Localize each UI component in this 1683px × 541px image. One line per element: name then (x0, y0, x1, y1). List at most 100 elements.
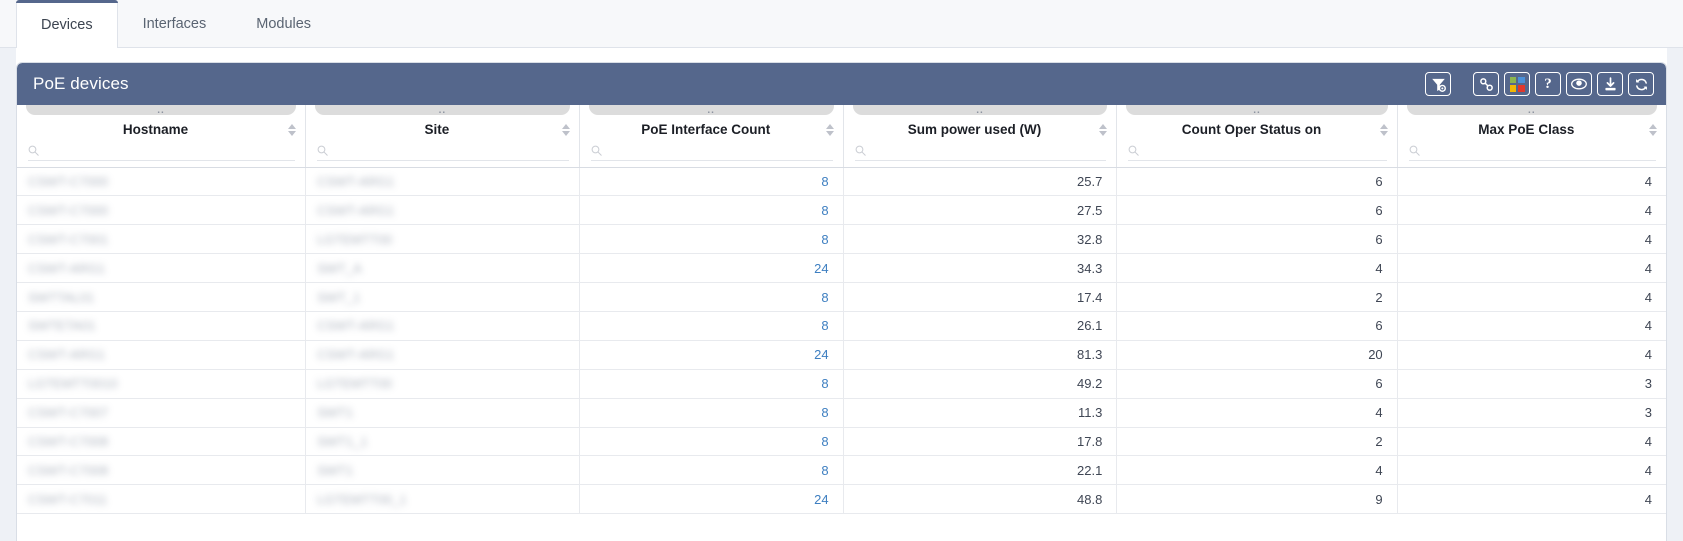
cell-site: SWT_1 (305, 282, 580, 312)
column-filter-power[interactable] (854, 142, 1107, 161)
sort-toggle-icon[interactable] (1099, 123, 1108, 136)
tab-devices[interactable]: Devices (16, 0, 118, 48)
table-row[interactable]: CSWT-C7001 LGTEMTT00 8 32.8 6 4 (17, 224, 1666, 255)
cell-site: CSWT-ARG1 (305, 167, 580, 197)
cell-site: LGTEMTT00 (305, 369, 580, 399)
column-header-oper[interactable]: .. Count Oper Status on (1116, 105, 1398, 168)
sort-toggle-icon[interactable] (825, 123, 835, 136)
link-icon[interactable] (1473, 72, 1499, 96)
cell-count[interactable]: 8 (579, 455, 844, 486)
cell-hostname: CSWT-C7001 (17, 224, 307, 255)
filter-settings-icon[interactable] (1425, 72, 1451, 96)
cell-count[interactable]: 8 (579, 167, 844, 197)
cell-count[interactable]: 8 (579, 427, 844, 457)
table-row[interactable]: CSWT-C7011 LGTEMTT00_1 24 48.8 9 4 (17, 484, 1666, 515)
color-grid-icon[interactable] (1504, 72, 1530, 96)
column-header-inner: Sum power used (W) (844, 106, 1117, 137)
search-input-count[interactable] (606, 143, 833, 158)
table-row[interactable]: CSWT-C7007 SWT1 8 11.3 4 3 (17, 398, 1666, 428)
redacted-value: CSWT-C7001 (28, 231, 109, 247)
cell-site: LGTEMTT00 (305, 224, 580, 255)
column-filter-class[interactable] (1408, 142, 1656, 161)
search-input-hostname[interactable] (44, 143, 296, 158)
cell-class: 4 (1397, 253, 1666, 284)
table-row[interactable]: CSWT-C7000 CSWT-ARG1 8 27.5 6 4 (17, 195, 1666, 226)
cell-hostname: CSWT-C7000 (17, 195, 307, 226)
search-icon (1128, 145, 1140, 156)
search-icon (855, 145, 866, 156)
cell-hostname: CSWT-C7007 (17, 398, 307, 428)
sort-toggle-icon[interactable] (1649, 123, 1658, 136)
table-row[interactable]: CSWT-ARG1 CSWT-ARG1 24 81.3 20 4 (17, 340, 1666, 370)
column-header-hostname[interactable]: .. Hostname (17, 105, 307, 168)
table-row[interactable]: CSWT-C7000 CSWT-ARG1 8 25.7 6 4 (17, 167, 1666, 197)
redacted-value: SWT_1 (317, 289, 361, 305)
cell-class: 4 (1397, 195, 1666, 226)
color-swatch (1509, 84, 1517, 92)
cell-site: CSWT-ARG1 (305, 340, 580, 370)
sort-toggle-icon[interactable] (1379, 123, 1389, 136)
table-row[interactable]: CSWT-ARG1 SWT_A 24 34.3 4 4 (17, 253, 1666, 284)
cell-oper: 4 (1116, 253, 1398, 284)
column-filter-hostname[interactable] (28, 142, 296, 161)
download-icon[interactable] (1597, 72, 1623, 96)
table-row[interactable]: CSWT-C7008 SWT1_1 8 17.8 2 4 (17, 427, 1666, 457)
tab-bar: Devices Interfaces Modules (0, 0, 1683, 48)
tab-interfaces[interactable]: Interfaces (118, 0, 232, 47)
cell-oper: 6 (1116, 369, 1398, 399)
table-row[interactable]: SWTETA01 CSWT-ARG1 8 26.1 6 4 (17, 311, 1666, 341)
cell-count[interactable]: 24 (579, 253, 844, 284)
column-filter-site[interactable] (317, 142, 569, 161)
cell-hostname: CSWT-C7000 (17, 167, 307, 197)
cell-hostname: CSWT-ARG1 (17, 340, 307, 370)
table-body: CSWT-C7000 CSWT-ARG1 8 25.7 6 4 CSWT-C7000 CSWT… (17, 167, 1666, 515)
redacted-value: SWTETA01 (28, 318, 96, 334)
redacted-value: CSWT-C7011 (28, 491, 108, 507)
cell-oper: 20 (1116, 340, 1398, 370)
cell-count[interactable]: 8 (579, 282, 844, 312)
column-header-count[interactable]: .. PoE Interface Count (579, 105, 844, 168)
cell-site: SWT_A (305, 253, 580, 284)
redacted-value: LGTEMTT00 (317, 376, 393, 392)
column-filter-count[interactable] (590, 142, 833, 161)
column-header-label: Max PoE Class (1478, 121, 1575, 137)
column-header-site[interactable]: .. Site (305, 105, 580, 168)
column-filter-oper[interactable] (1128, 142, 1387, 161)
search-input-power[interactable] (870, 143, 1107, 158)
cell-count[interactable]: 8 (579, 311, 844, 341)
table-row[interactable]: CSWT-C7008 SWT1 8 22.1 4 4 (17, 455, 1666, 486)
cell-hostname: CSWT-C7008 (17, 427, 307, 457)
cell-count[interactable]: 8 (579, 398, 844, 428)
cell-site: SWT1 (305, 455, 580, 486)
search-input-oper[interactable] (1144, 143, 1387, 158)
search-input-site[interactable] (333, 143, 569, 158)
redacted-value: SWTTAL01 (28, 289, 95, 305)
redacted-value: LGTEMTT0010 (28, 376, 118, 392)
tab-label: Devices (41, 16, 93, 33)
sort-toggle-icon[interactable] (561, 123, 571, 136)
sort-toggle-icon[interactable] (288, 123, 297, 136)
cell-count[interactable]: 24 (579, 340, 844, 370)
cell-power: 34.3 (843, 253, 1118, 284)
cell-count[interactable]: 8 (579, 195, 844, 226)
eye-icon[interactable] (1566, 72, 1592, 96)
cell-class: 4 (1397, 455, 1666, 486)
column-header-label: Count Oper Status on (1181, 121, 1322, 137)
cell-count[interactable]: 8 (579, 224, 844, 255)
cell-count[interactable]: 24 (579, 484, 844, 515)
cell-site: LGTEMTT00_1 (305, 484, 580, 515)
search-input-class[interactable] (1424, 143, 1656, 158)
tab-modules[interactable]: Modules (231, 0, 336, 47)
help-icon[interactable]: ? (1535, 72, 1561, 96)
color-swatch (1517, 84, 1525, 92)
column-header-power[interactable]: .. Sum power used (W) (843, 105, 1118, 168)
cell-hostname: LGTEMTT0010 (17, 369, 307, 399)
table-scroll-area[interactable]: .. Hostname.. Site.. PoE Interface Count.. S… (17, 105, 1666, 541)
table-row[interactable]: LGTEMTT0010 LGTEMTT00 8 49.2 6 3 (17, 369, 1666, 399)
poe-devices-table: .. Hostname.. Site.. PoE Interface Count.. S… (17, 105, 1666, 515)
cell-power: 22.1 (843, 455, 1118, 486)
column-header-class[interactable]: .. Max PoE Class (1397, 105, 1666, 168)
table-row[interactable]: SWTTAL01 SWT_1 8 17.4 2 4 (17, 282, 1666, 312)
refresh-icon[interactable] (1628, 72, 1654, 96)
cell-count[interactable]: 8 (579, 369, 844, 399)
